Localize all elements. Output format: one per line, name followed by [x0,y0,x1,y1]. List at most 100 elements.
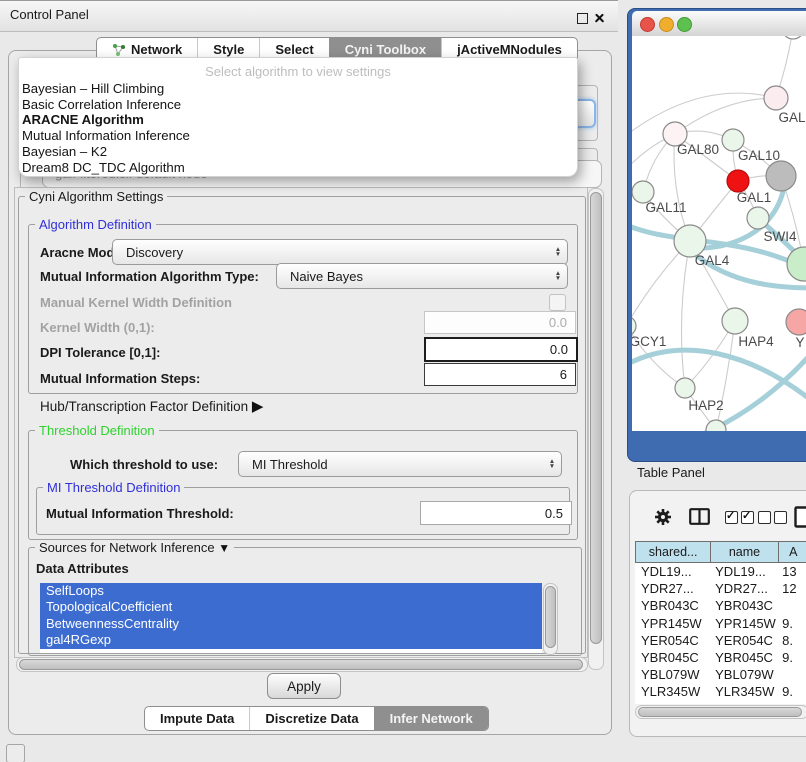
bottom-tabbar: Impute DataDiscretize Data Infer Network [144,706,489,731]
table-row[interactable]: YIL052CYIL052C0. [635,701,806,705]
hub-definition-label: Hub/Transcription Factor Definition [40,399,248,414]
table-panel-title: Table Panel [637,465,705,480]
control-panel-titlebar [0,0,618,32]
network-node[interactable] [782,36,804,39]
table-horizontal-scrollbar[interactable] [635,705,806,719]
apply-button[interactable]: Apply [267,673,341,699]
algorithm-definition-title: Algorithm Definition [35,217,156,232]
mi-threshold-field[interactable]: 0.5 [420,501,572,525]
algorithm-option[interactable]: Basic Correlation Inference [19,97,577,113]
float-window-icon[interactable] [577,13,588,24]
attribute-list-item[interactable]: gal4RGexp [40,632,542,648]
close-icon[interactable] [594,13,605,24]
traffic-light-close-icon[interactable] [640,17,655,32]
table-column-header[interactable]: A [779,541,806,563]
manual-kernel-checkbox[interactable] [549,294,566,311]
table-column-header[interactable]: name [711,541,778,563]
table-cell: YER054C [635,632,709,649]
network-node[interactable] [766,161,796,191]
table-row[interactable]: YBR045CYBR045C9. [635,649,806,666]
kernel-width-label: Kernel Width (0,1): [40,320,155,335]
network-node-label: GAL80 [677,142,719,157]
mi-threshold-label: Mutual Information Threshold: [46,506,234,521]
algorithm-option[interactable]: Bayesian – K2 [19,144,577,160]
gear-icon[interactable] [653,507,673,532]
network-node-gal1[interactable] [727,170,749,192]
network-node-gal[interactable] [764,86,788,110]
mi-steps-label: Mutual Information Steps: [40,371,200,386]
traffic-light-zoom-icon[interactable] [677,17,692,32]
dpi-tolerance-field[interactable]: 0.0 [424,337,578,362]
network-node-y[interactable] [786,309,806,335]
attribute-list-item[interactable]: TopologicalCoefficient [40,599,542,615]
expand-right-triangle-icon: ▶ [252,398,264,415]
algorithm-option[interactable]: ARACNE Algorithm [19,112,577,128]
dpi-tolerance-label: DPI Tolerance [0,1]: [40,345,160,360]
network-window-titlebar[interactable] [632,11,806,37]
tab-impute-data[interactable]: Impute Data [145,707,249,730]
network-node-label: GAL10 [738,148,780,163]
attributes-list-scrollbar[interactable] [543,583,558,655]
mi-steps-field[interactable]: 6 [424,363,576,386]
network-node-label: HAP4 [738,334,774,349]
mi-type-combo[interactable]: Naive Bayes ▲▼ [276,263,568,289]
table-row[interactable]: YDL19...YDL19...13 [635,563,806,580]
network-canvas[interactable]: GALGAL80GAL10GAL1GAL11SWI4GAL4GCY1HAP4YH… [632,36,806,431]
manual-kernel-label: Manual Kernel Width Definition [40,295,232,310]
algorithm-option[interactable]: Dream8 DC_TDC Algorithm [19,160,577,176]
table-row[interactable]: YBL079WYBL079W [635,666,806,683]
network-node-hap4[interactable] [722,308,748,334]
aracne-mode-combo[interactable]: Discovery ▲▼ [112,239,568,265]
traffic-light-minimize-icon[interactable] [659,17,674,32]
settings-horizontal-scrollbar[interactable] [16,657,588,672]
network-node-gcy1[interactable] [632,316,636,336]
minimized-panel-button[interactable] [6,744,25,762]
table-cell: 9. [776,649,806,666]
table-cell [776,597,806,614]
network-edge [675,98,776,134]
table-row[interactable]: YLR345WYLR345W9. [635,683,806,700]
settings-vertical-scrollbar[interactable] [588,188,604,670]
attribute-list-item[interactable]: BetweennessCentrality [40,616,542,632]
table-cell: YPR145W [635,615,709,632]
table-cell: YIL052C [635,701,709,705]
attribute-list-item[interactable]: SelfLoops [40,583,542,599]
tab-discretize-data[interactable]: Discretize Data [249,707,373,730]
table-row[interactable]: YER054CYER054C8. [635,632,806,649]
table-column-header[interactable]: shared... [635,541,711,563]
network-node[interactable] [787,247,806,281]
table-cell: 9. [776,683,806,700]
table-body: YDL19...YDL19...13YDR27...YDR27...12YBR0… [635,563,806,704]
which-threshold-value: MI Threshold [239,457,543,472]
data-attributes-list: SelfLoopsTopologicalCoefficientBetweenne… [40,583,542,653]
checked-pair-icon[interactable] [725,511,754,524]
which-threshold-label: Which threshold to use: [70,457,218,472]
data-attributes-label: Data Attributes [36,561,129,576]
threshold-definition-title: Threshold Definition [35,423,159,438]
table-cell: YDR27... [635,580,709,597]
table-header: shared...nameA [635,541,806,563]
network-node-label: GAL1 [737,190,772,205]
table-row[interactable]: YPR145WYPR145W9. [635,615,806,632]
hub-definition-expander[interactable]: Hub/Transcription Factor Definition ▶ [40,397,263,415]
unchecked-pair-icon[interactable] [758,511,787,524]
network-node-swi4[interactable] [747,207,769,229]
collapse-down-triangle-icon[interactable]: ▼ [218,541,230,555]
tab-infer-network[interactable]: Infer Network [374,707,488,730]
table-cell: YPR145W [709,615,776,632]
table-cell: YDL19... [709,563,776,580]
dropdown-prompt: Select algorithm to view settings [19,62,577,81]
which-threshold-combo[interactable]: MI Threshold ▲▼ [238,451,562,477]
algorithm-option[interactable]: Mutual Information Inference [19,128,577,144]
network-node-hap2[interactable] [675,378,695,398]
table-row[interactable]: YBR043CYBR043C [635,597,806,614]
network-node-label: Y [795,335,804,350]
tab-label: Infer Network [390,707,473,730]
table-panel-window: shared...nameA YDL19...YDL19...13YDR27..… [629,490,806,737]
kernel-width-field[interactable]: 0.0 [424,311,576,334]
new-column-icon[interactable] [794,506,806,533]
table-row[interactable]: YDR27...YDR27...12 [635,580,806,597]
split-columns-icon[interactable] [689,508,710,530]
algorithm-option[interactable]: Bayesian – Hill Climbing [19,81,577,97]
cyni-settings-title: Cyni Algorithm Settings [25,189,167,204]
